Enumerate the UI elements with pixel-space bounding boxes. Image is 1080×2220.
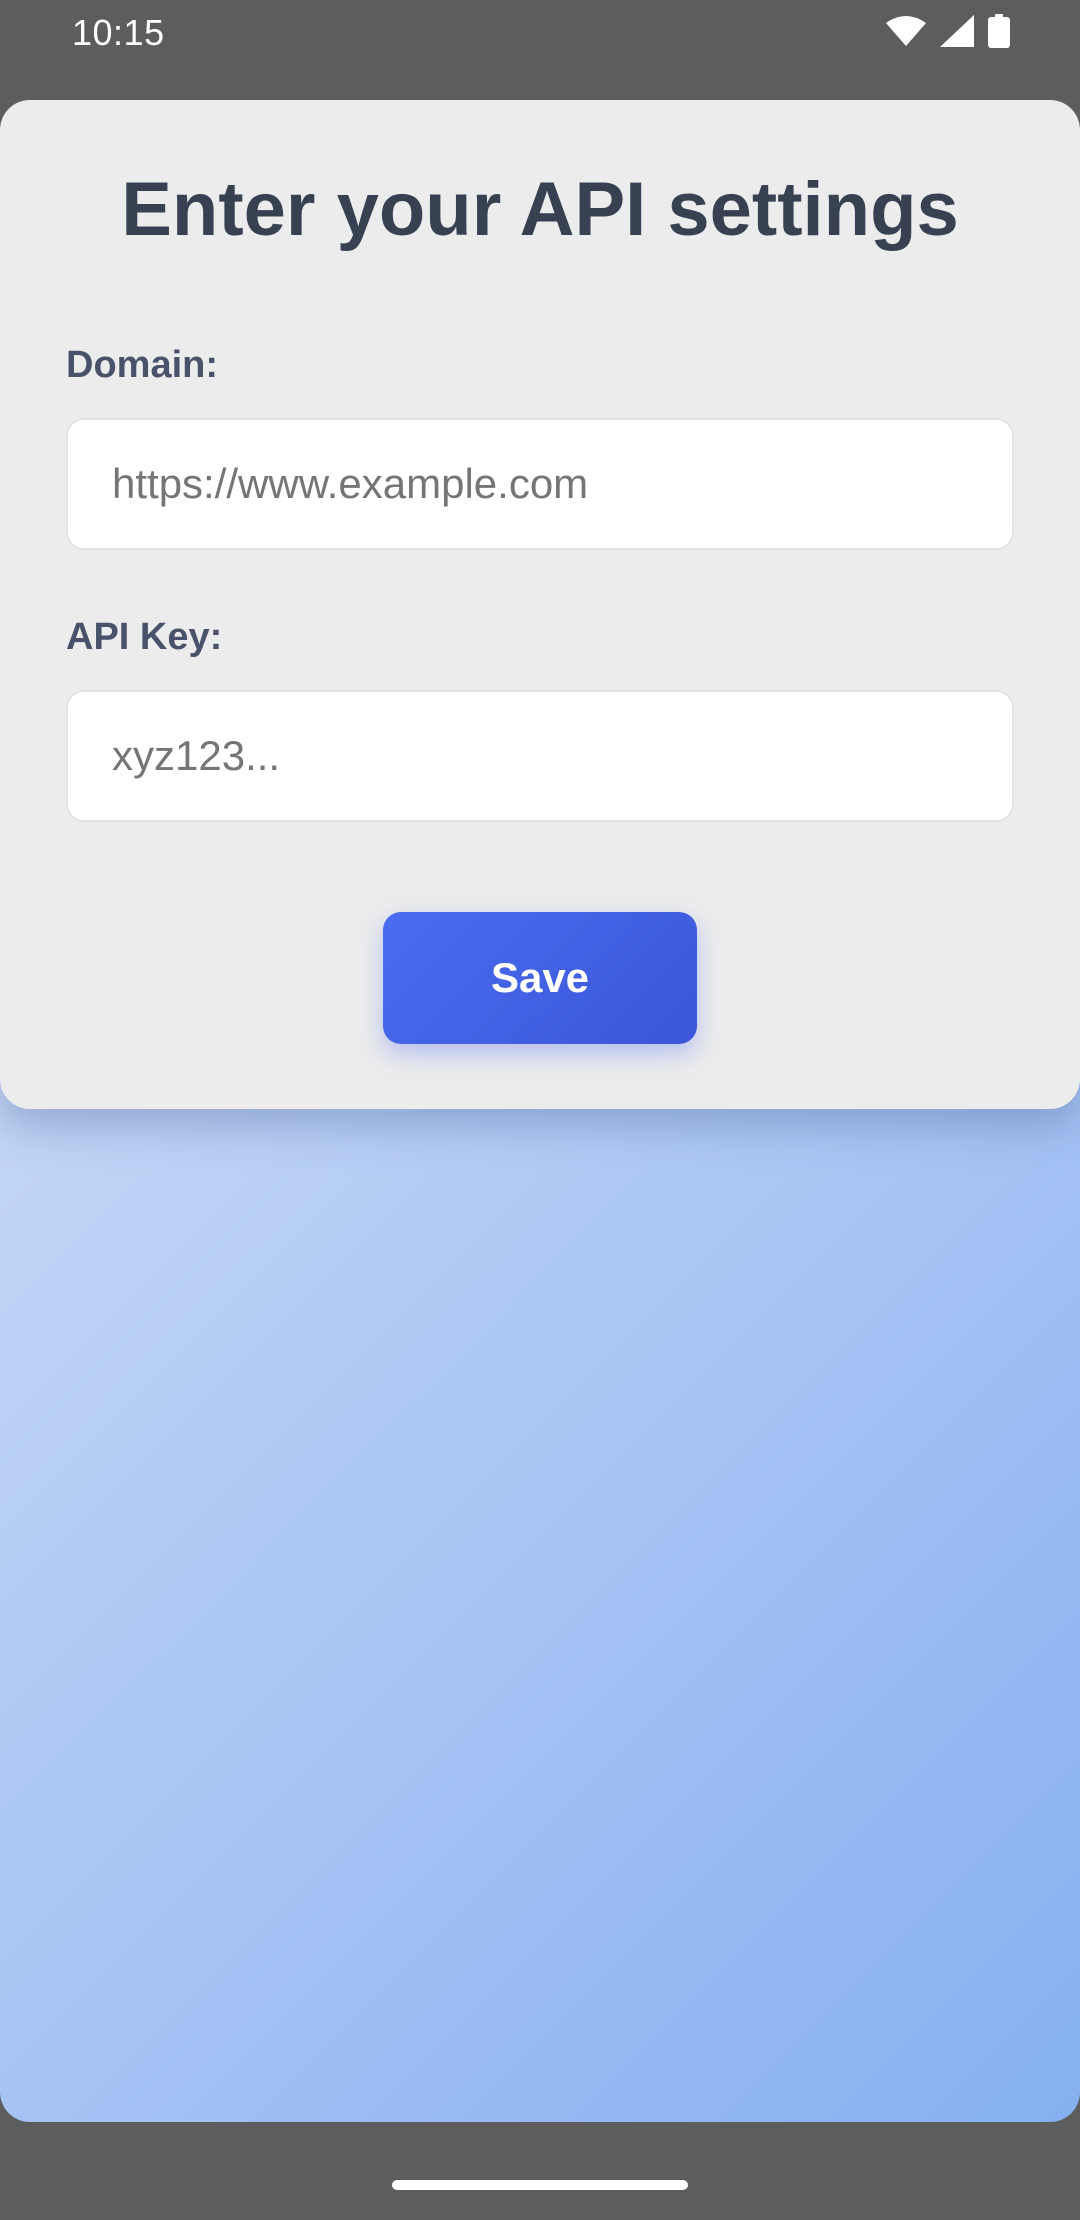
domain-label: Domain: — [66, 344, 218, 386]
home-gesture-handle[interactable] — [392, 2180, 688, 2190]
app-background: Enter your API settings Domain: API Key:… — [0, 100, 1080, 2122]
settings-card: Enter your API settings Domain: API Key:… — [0, 100, 1080, 1109]
wifi-icon — [886, 15, 926, 52]
status-time: 10:15 — [72, 12, 165, 53]
status-bar: 10:15 — [0, 0, 1080, 64]
page-title: Enter your API settings — [121, 167, 959, 252]
api-key-label: API Key: — [66, 616, 223, 658]
api-key-input[interactable] — [66, 690, 1014, 822]
save-button[interactable]: Save — [383, 912, 697, 1044]
domain-input[interactable] — [66, 418, 1014, 550]
battery-icon — [988, 14, 1010, 53]
signal-icon — [940, 15, 974, 52]
status-icons — [886, 14, 1010, 53]
